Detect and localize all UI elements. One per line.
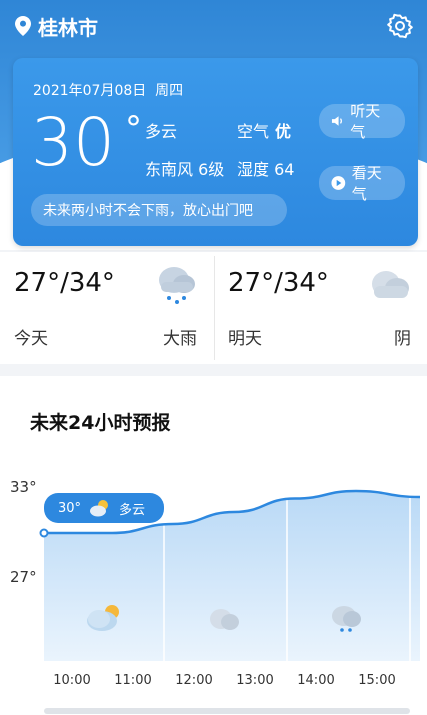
day-condition: 大雨 <box>163 329 197 349</box>
date: 2021年07月08日 <box>33 83 147 99</box>
humidity: 湿度 64 <box>237 160 295 179</box>
day-tomorrow[interactable]: 27°/34° 明天 阴 <box>214 252 427 364</box>
hour-tick-label: 10:00 <box>53 673 90 688</box>
watch-label: 看天气 <box>351 164 382 203</box>
location[interactable]: 桂林市 <box>14 12 98 41</box>
hour-tick-label: 15:00 <box>358 673 395 688</box>
location-pin-icon <box>15 16 31 36</box>
rain-cloud-icon <box>159 267 195 304</box>
listen-weather-button[interactable]: 听天气 <box>319 102 405 141</box>
current-point <box>39 528 49 538</box>
rain-notice: 未来两小时不会下雨，放心出门吧 <box>31 194 287 226</box>
partly-cloudy-icon <box>90 500 109 517</box>
city-name: 桂林市 <box>38 15 98 40</box>
day-condition: 阴 <box>394 329 411 349</box>
daily-summary: 27°/34° 今天 大雨 27°/34° 明天 阴 <box>0 252 427 364</box>
hour-tick-label: 11:00 <box>114 673 151 688</box>
speaker-icon <box>331 116 343 126</box>
app-header: 桂林市 <box>0 0 427 52</box>
hour-tick-label: 14:00 <box>297 673 334 688</box>
air-label: 空气 <box>237 122 270 141</box>
current-condition: 多云 <box>145 122 178 141</box>
overcast-cloud-icon <box>372 271 409 298</box>
day-today[interactable]: 27°/34° 今天 大雨 <box>0 252 213 364</box>
tooltip-condition: 多云 <box>119 502 146 518</box>
hour-tick-label: 13:00 <box>236 673 273 688</box>
settings-gear-icon[interactable] <box>387 13 413 39</box>
current-weather-card: 2021年07月08日 周四 30 ° 多云 东南风 6级 空气优 湿度 64 … <box>13 58 418 246</box>
hourly-temperature-chart: 10:00 11:00 12:00 13:00 14:00 15:00 <box>39 476 421 688</box>
day-label: 今天 <box>14 329 48 349</box>
tooltip-temp: 30° <box>58 500 82 516</box>
day-temp-range: 27°/34° <box>228 268 329 298</box>
current-temp: 30 <box>31 104 115 181</box>
date-line: 2021年07月08日 周四 <box>33 80 183 100</box>
air-quality: 空气优 <box>237 118 291 142</box>
listen-label: 听天气 <box>350 102 381 141</box>
air-value: 优 <box>275 122 292 141</box>
scroll-indicator[interactable] <box>44 708 410 714</box>
play-icon <box>331 176 346 190</box>
wind-info: 东南风 6级 <box>145 160 225 179</box>
degree-symbol: ° <box>125 109 142 149</box>
day-label: 明天 <box>228 329 262 349</box>
hourly-forecast-section: 未来24小时预报 33° 27° 10:00 11:00 12:00 13:00 14:… <box>0 376 427 715</box>
watch-weather-button[interactable]: 看天气 <box>319 164 405 203</box>
hour-tick-label: 12:00 <box>175 673 212 688</box>
weekday: 周四 <box>155 83 184 99</box>
current-hour-tooltip: 30° 多云 <box>44 493 164 523</box>
day-temp-range: 27°/34° <box>14 268 115 298</box>
